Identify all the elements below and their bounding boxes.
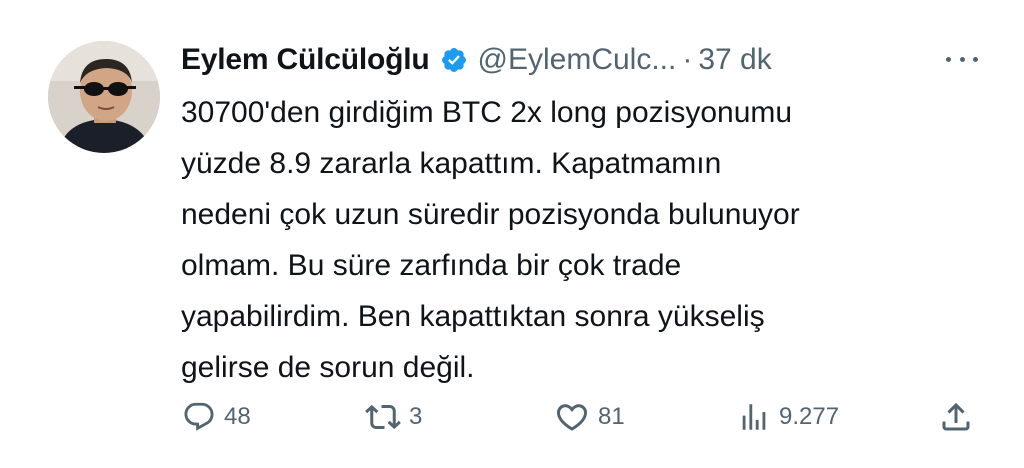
author-handle[interactable]: @EylemCulc... xyxy=(478,43,677,77)
retweet-icon xyxy=(365,399,401,435)
author-name[interactable]: Eylem Cülcüloğlu xyxy=(181,43,430,77)
tweet-text-line: gelirse de sorun değil. xyxy=(181,351,475,384)
reply-icon xyxy=(182,400,216,434)
tweet-time[interactable]: 37 dk xyxy=(698,43,771,77)
tweet-header: Eylem Cülcüloğlu @EylemCulc... · 37 dk xyxy=(181,38,772,82)
views-chart-icon xyxy=(737,400,771,434)
reply-count: 48 xyxy=(224,403,251,430)
retweet-count: 3 xyxy=(409,403,423,430)
tweet-text-line: yüzde 8.9 zararla kapattım. Kapatmamın xyxy=(181,147,722,180)
share-icon xyxy=(938,399,974,435)
tweet-text-line: olmam. Bu süre zarfında bir çok trade xyxy=(181,249,682,282)
views-count: 9.277 xyxy=(779,403,840,430)
reply-button[interactable]: 48 xyxy=(182,397,251,437)
heart-icon xyxy=(554,399,590,435)
tweet-text-line: nedeni çok uzun süredir pozisyonda bulun… xyxy=(181,198,800,231)
like-count: 81 xyxy=(598,403,625,430)
views-button[interactable]: 9.277 xyxy=(737,397,839,437)
avatar[interactable] xyxy=(48,41,160,153)
tweet-actions: 48 3 81 9.277 xyxy=(180,397,980,437)
share-button[interactable] xyxy=(938,397,974,437)
tweet-text: 30700'den girdiğim BTC 2x long pozisyonu… xyxy=(181,87,981,393)
tweet-text-line: 30700'den girdiğim BTC 2x long pozisyonu… xyxy=(181,96,793,129)
tweet-text-line: yapabilirdim. Ben kapattıktan sonra yüks… xyxy=(181,300,765,333)
more-dots-icon[interactable] xyxy=(946,47,978,71)
verified-badge-icon[interactable] xyxy=(440,46,468,74)
separator-dot: · xyxy=(682,43,693,76)
like-button[interactable]: 81 xyxy=(554,397,625,437)
avatar-photo xyxy=(48,41,160,153)
retweet-button[interactable]: 3 xyxy=(365,397,422,437)
